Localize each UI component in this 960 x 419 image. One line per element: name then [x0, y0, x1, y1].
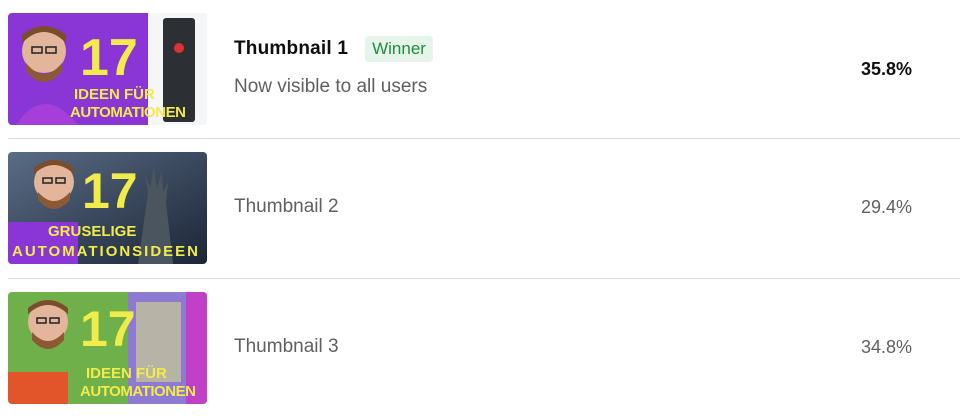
- thumbnail-2-art: 17 GRUSELIGE AUTOMATIONSIDEEN: [8, 152, 207, 264]
- variant-3-title: Thumbnail 3: [234, 336, 339, 357]
- variant-1-title-line: Thumbnail 1 Winner: [234, 36, 433, 62]
- thumbnail-image-2[interactable]: 17 GRUSELIGE AUTOMATIONSIDEEN: [8, 152, 207, 264]
- variant-2-percent: 29.4%: [860, 197, 912, 217]
- thumbnail-3-art: 17 IDEEN FÜR AUTOMATIONEN: [8, 292, 207, 404]
- variant-1-percent: 35.8%: [860, 59, 912, 79]
- winner-badge: Winner: [365, 36, 433, 62]
- variant-1-title: Thumbnail 1: [234, 38, 349, 59]
- thumbnail-2-line1: GRUSELIGE: [48, 223, 136, 240]
- thumbnail-3-number: 17: [80, 301, 136, 357]
- thumbnail-2-number: 17: [82, 163, 138, 219]
- variant-row-1: 17 IDEEN FÜR AUTOMATIONEN Thumbnail 1 Wi…: [8, 0, 960, 139]
- thumbnail-1-art: 17 IDEEN FÜR AUTOMATIONEN: [8, 13, 207, 125]
- variant-2-title: Thumbnail 2: [234, 196, 339, 217]
- variant-3-percent: 34.8%: [860, 337, 912, 357]
- variant-row-3: 17 IDEEN FÜR AUTOMATIONEN Thumbnail 3 34…: [8, 279, 960, 418]
- thumbnail-2-line2: AUTOMATIONSIDEEN: [12, 243, 198, 260]
- thumbnail-3-line2: AUTOMATIONEN: [80, 383, 196, 400]
- thumbnail-1-line1: IDEEN FÜR: [74, 86, 155, 103]
- thumbnail-image-1[interactable]: 17 IDEEN FÜR AUTOMATIONEN: [8, 13, 207, 125]
- variant-row-2: 17 GRUSELIGE AUTOMATIONSIDEEN Thumbnail …: [8, 139, 960, 278]
- variant-1-status: Now visible to all users: [234, 76, 428, 97]
- thumbnail-1-number: 17: [80, 29, 138, 87]
- thumbnail-test-results: 17 IDEEN FÜR AUTOMATIONEN Thumbnail 1 Wi…: [0, 0, 960, 419]
- thumbnail-1-line2: AUTOMATIONEN: [70, 104, 186, 121]
- thumbnail-3-line1: IDEEN FÜR: [86, 365, 167, 382]
- thumbnail-image-3[interactable]: 17 IDEEN FÜR AUTOMATIONEN: [8, 292, 207, 404]
